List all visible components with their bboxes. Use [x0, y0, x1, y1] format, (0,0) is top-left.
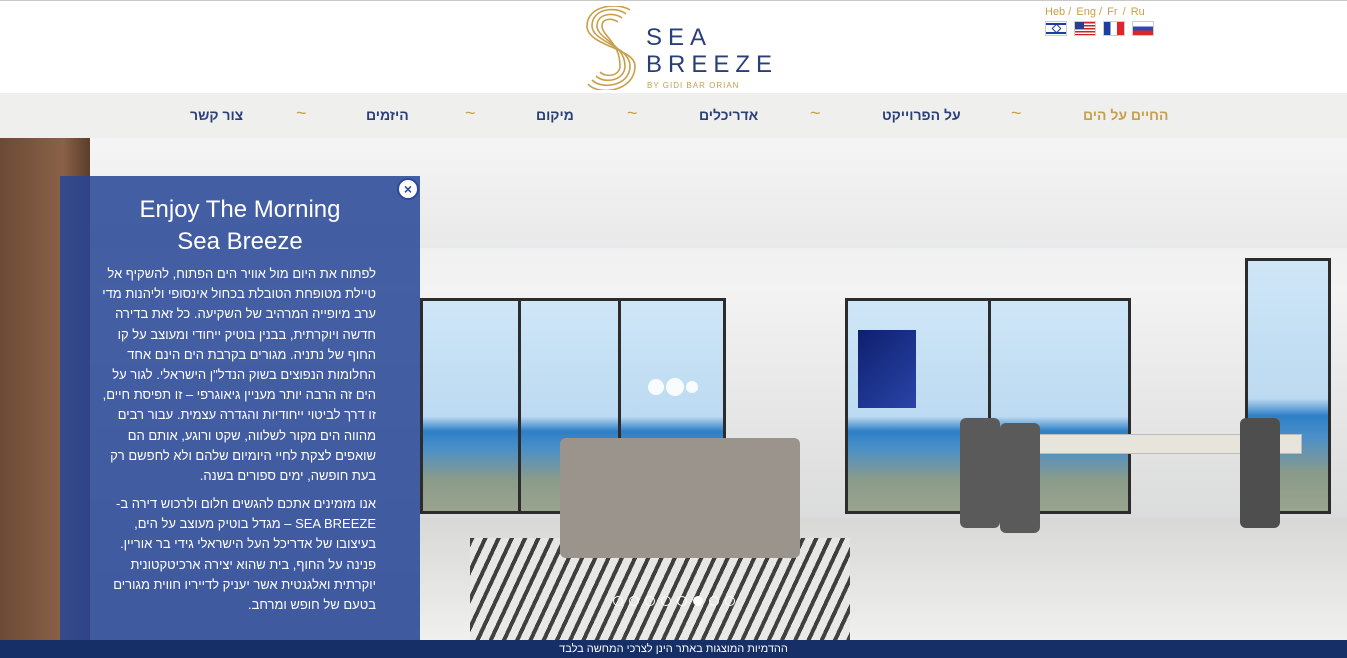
close-icon[interactable]: × [397, 178, 419, 200]
france-flag-icon[interactable] [1103, 21, 1125, 36]
dining-chair [960, 418, 1000, 528]
logo-byline: BY GIDI BAR ORIAN [647, 81, 740, 90]
slider-dot[interactable] [677, 596, 687, 606]
panel-paragraph-1: לפתוח את היום מול אוויר הים הפתוח, להשקי… [102, 266, 376, 484]
slider-dot[interactable] [693, 596, 703, 606]
dining-chair [1240, 418, 1280, 528]
nav-item-architects[interactable]: אדריכלים [699, 107, 758, 123]
nav-item-contact[interactable]: צור קשר [190, 107, 243, 123]
slider-dot[interactable] [629, 596, 639, 606]
nav-separator: ~ [627, 103, 638, 123]
language-switcher: Heb / Eng / Fr / Ru [1045, 6, 1155, 36]
nav-item-life-on-sea[interactable]: החיים על הים [1083, 107, 1168, 123]
loading-spinner-icon [648, 378, 698, 396]
main-navigation: החיים על הים ~ על הפרוייקט ~ אדריכלים ~ … [0, 93, 1347, 138]
wall-painting [858, 330, 916, 408]
nav-item-location[interactable]: מיקום [536, 107, 574, 123]
panel-title-line1: Enjoy The Morning [139, 196, 341, 223]
nav-item-about-project[interactable]: על הפרוייקט [882, 107, 961, 123]
lang-link-heb[interactable]: Heb / [1045, 6, 1071, 18]
lang-link-eng[interactable]: Eng / [1076, 6, 1102, 18]
slider-dot[interactable] [645, 596, 655, 606]
usa-flag-icon[interactable] [1074, 21, 1096, 36]
nav-separator: ~ [465, 103, 476, 123]
s-monogram-icon [586, 6, 636, 90]
slider-dot[interactable] [661, 596, 671, 606]
russia-flag-icon[interactable] [1132, 21, 1154, 36]
slider-dot[interactable] [709, 596, 719, 606]
footer-disclaimer: ההדמיות המוצגות באתר הינן לצרכי המחשה בל… [0, 640, 1347, 658]
lang-link-fr[interactable]: Fr [1107, 6, 1117, 18]
site-header: SEA BREEZE BY GIDI BAR ORIAN Heb / Eng /… [0, 1, 1347, 93]
nav-separator: ~ [810, 103, 821, 123]
logo-word-sea: SEA [646, 24, 713, 51]
israel-flag-icon[interactable] [1045, 21, 1067, 36]
intro-panel: Enjoy The Morning Sea Breeze לפתוח את הי… [60, 176, 420, 640]
lang-separator: / [1122, 6, 1126, 18]
slider-pagination [613, 596, 735, 606]
slider-dot[interactable] [613, 596, 623, 606]
panel-title-line2: Sea Breeze [177, 228, 303, 255]
logo-word-breeze: BREEZE [646, 51, 779, 78]
slider-dot[interactable] [725, 596, 735, 606]
lang-link-ru[interactable]: Ru [1131, 6, 1145, 18]
dining-chair [1000, 423, 1040, 533]
sofa [560, 438, 800, 558]
nav-item-developers[interactable]: היזמים [366, 107, 409, 123]
sea-breeze-logo[interactable]: SEA BREEZE BY GIDI BAR ORIAN [586, 6, 772, 91]
nav-separator: ~ [1011, 103, 1022, 123]
panel-title: Enjoy The Morning Sea Breeze [60, 194, 420, 258]
panel-paragraph-2: אנו מזמינים אתכם להגשים חלום ולרכוש דירה… [113, 496, 376, 613]
nav-separator: ~ [296, 103, 307, 123]
